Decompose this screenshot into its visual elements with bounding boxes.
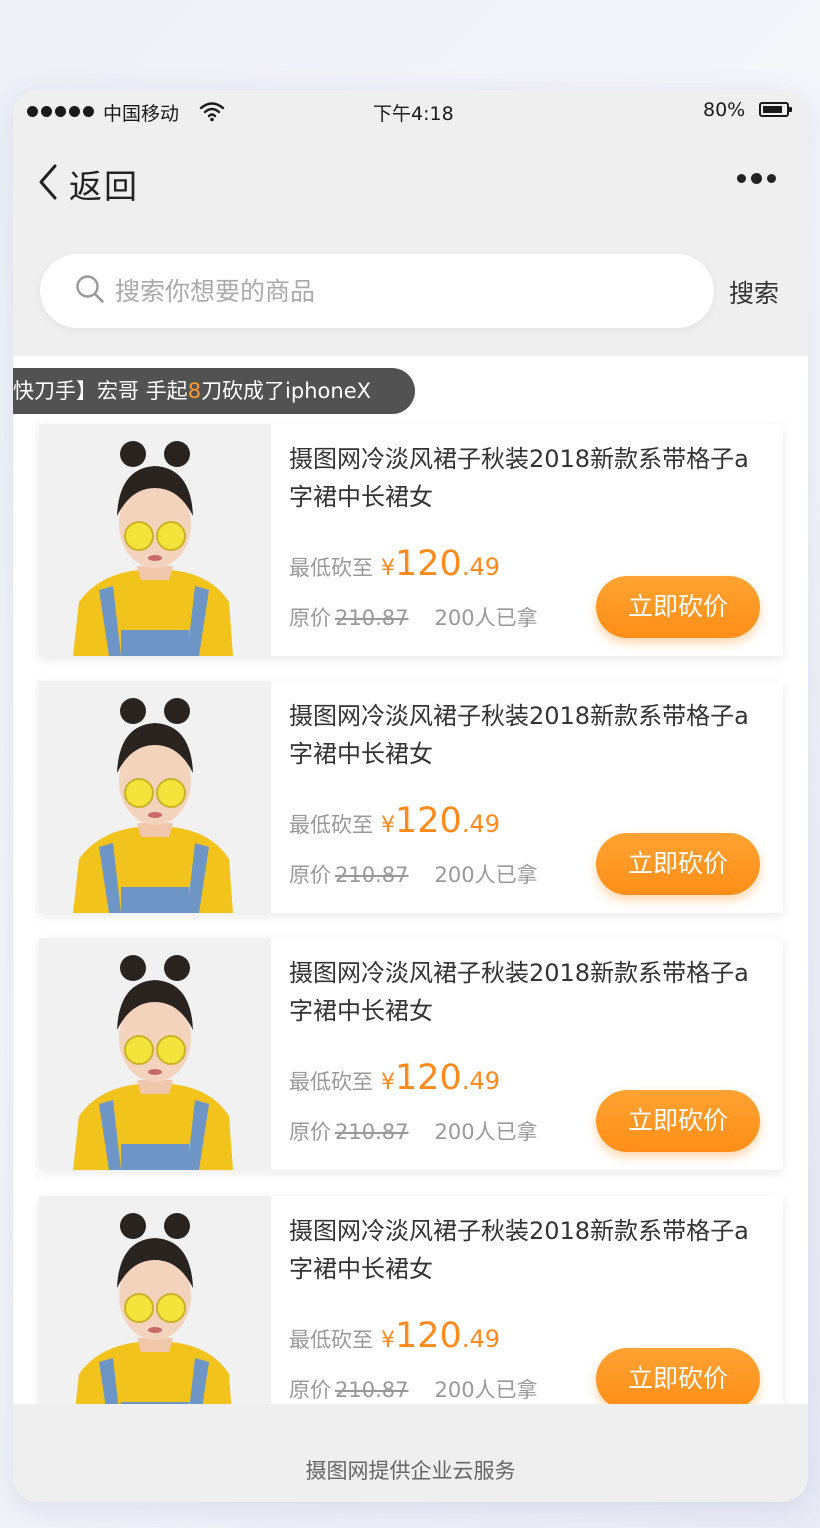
bargain-price: 最低砍至 ¥ 120 .49 [289, 1316, 500, 1356]
status-bar: 中国移动 下午4:18 80% [13, 90, 808, 136]
currency-symbol: ¥ [381, 556, 395, 581]
price-decimal: .49 [461, 1325, 500, 1353]
back-label: 返回 [69, 167, 139, 206]
price-integer: 120 [395, 1316, 462, 1356]
product-title[interactable]: 摄图网冷淡风裙子秋装2018新款系带格子a字裙中长裙女 [289, 954, 767, 1030]
carrier-name: 中国移动 [103, 103, 180, 125]
product-card[interactable]: 摄图网冷淡风裙子秋装2018新款系带格子a字裙中长裙女 最低砍至 ¥ 120 .… [39, 424, 783, 656]
product-title[interactable]: 摄图网冷淡风裙子秋装2018新款系带格子a字裙中长裙女 [289, 440, 767, 516]
price-label: 最低砍至 [289, 813, 373, 837]
battery-icon [759, 102, 792, 117]
chevron-left-icon [37, 163, 59, 205]
currency-symbol: ¥ [381, 813, 395, 838]
sold-count: 200人已拿 [434, 863, 538, 887]
original-price-label: 原价 [289, 1378, 331, 1402]
wifi-icon [199, 100, 225, 127]
original-price-line: 原价 210.87 200人已拿 [289, 1116, 538, 1146]
sold-count: 200人已拿 [434, 1120, 538, 1144]
original-price-line: 原价 210.87 200人已拿 [289, 859, 538, 889]
product-image[interactable] [39, 938, 271, 1170]
ticker-highlight: 8 [187, 379, 202, 403]
price-integer: 120 [395, 1058, 462, 1098]
original-price: 210.87 [335, 863, 409, 887]
bargain-price: 最低砍至 ¥ 120 .49 [289, 544, 500, 584]
product-image[interactable] [39, 681, 271, 913]
footer-text: 摄图网提供企业云服务 [305, 1459, 516, 1483]
phone-screen: 中国移动 下午4:18 80% 返回 搜索 快刀手】宏哥 手起8刀砍成了ipho… [13, 90, 808, 1502]
ticker-text-end: 刀砍成了iphoneX [201, 379, 372, 403]
sold-count: 200人已拿 [434, 606, 538, 630]
product-card[interactable]: 摄图网冷淡风裙子秋装2018新款系带格子a字裙中长裙女 最低砍至 ¥ 120 .… [39, 681, 783, 913]
search-button[interactable]: 搜索 [729, 274, 779, 310]
product-card[interactable]: 摄图网冷淡风裙子秋装2018新款系带格子a字裙中长裙女 最低砍至 ¥ 120 .… [39, 938, 783, 1170]
original-price-label: 原价 [289, 863, 331, 887]
original-price-label: 原价 [289, 1120, 331, 1144]
ticker-text: 快刀手】宏哥 手起 [13, 379, 188, 403]
bargain-ticker: 快刀手】宏哥 手起8刀砍成了iphoneX [13, 368, 415, 414]
bargain-button[interactable]: 立即砍价 [596, 833, 760, 895]
battery-percent: 80% [703, 99, 746, 121]
original-price-line: 原价 210.87 200人已拿 [289, 1374, 538, 1404]
price-decimal: .49 [461, 810, 500, 838]
bargain-button[interactable]: 立即砍价 [596, 1090, 760, 1152]
price-decimal: .49 [461, 1067, 500, 1095]
price-integer: 120 [395, 544, 462, 584]
product-image[interactable] [39, 1196, 271, 1428]
product-title[interactable]: 摄图网冷淡风裙子秋装2018新款系带格子a字裙中长裙女 [289, 1212, 767, 1288]
bargain-button[interactable]: 立即砍价 [596, 576, 760, 638]
original-price: 210.87 [335, 606, 409, 630]
price-label: 最低砍至 [289, 1328, 373, 1352]
product-card[interactable]: 摄图网冷淡风裙子秋装2018新款系带格子a字裙中长裙女 最低砍至 ¥ 120 .… [39, 1196, 783, 1428]
bargain-button[interactable]: 立即砍价 [596, 1348, 760, 1410]
bargain-price: 最低砍至 ¥ 120 .49 [289, 801, 500, 841]
signal-strength-icon [27, 106, 94, 117]
price-label: 最低砍至 [289, 556, 373, 580]
bargain-price: 最低砍至 ¥ 120 .49 [289, 1058, 500, 1098]
back-button[interactable]: 返回 [37, 160, 139, 208]
search-bar[interactable] [40, 254, 714, 328]
product-title[interactable]: 摄图网冷淡风裙子秋装2018新款系带格子a字裙中长裙女 [289, 697, 767, 773]
sold-count: 200人已拿 [434, 1378, 538, 1402]
original-price-label: 原价 [289, 606, 331, 630]
original-price-line: 原价 210.87 200人已拿 [289, 602, 538, 632]
price-integer: 120 [395, 801, 462, 841]
price-decimal: .49 [461, 553, 500, 581]
search-input[interactable] [113, 275, 677, 307]
clock: 下午4:18 [373, 103, 454, 125]
original-price: 210.87 [335, 1378, 409, 1402]
footer-bar [13, 1404, 808, 1502]
product-image[interactable] [39, 424, 271, 656]
original-price: 210.87 [335, 1120, 409, 1144]
more-options-icon[interactable] [737, 173, 776, 184]
currency-symbol: ¥ [381, 1328, 395, 1353]
search-icon [75, 274, 105, 308]
price-label: 最低砍至 [289, 1070, 373, 1094]
currency-symbol: ¥ [381, 1070, 395, 1095]
